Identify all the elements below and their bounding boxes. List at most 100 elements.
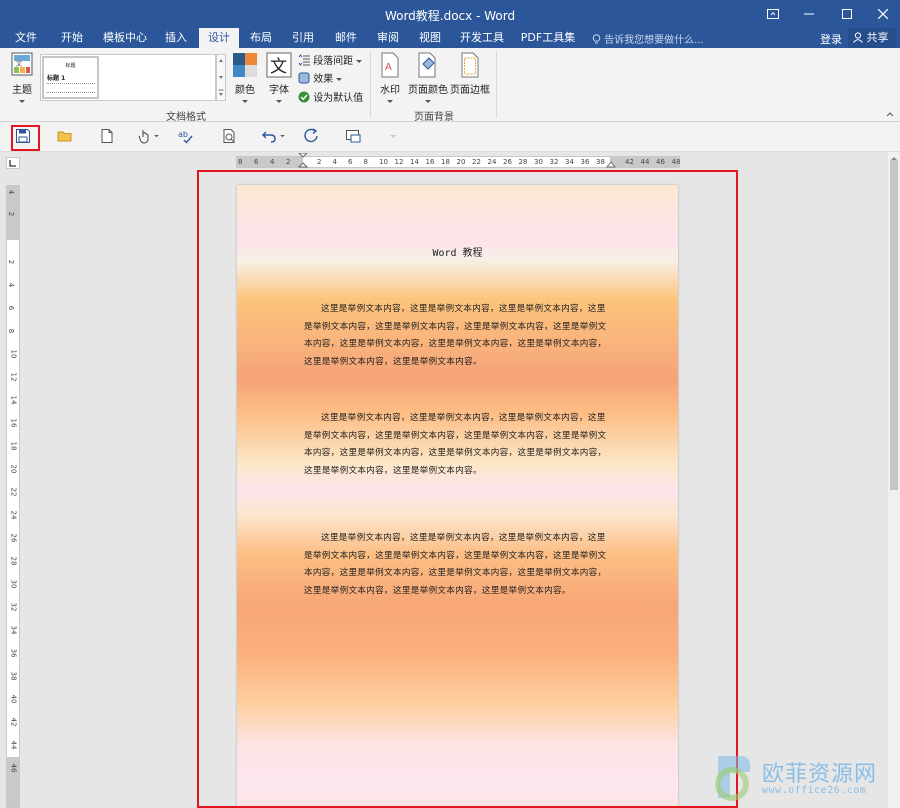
ruler-number: 2 — [7, 259, 16, 265]
chevron-down-icon — [425, 100, 431, 103]
chevron-down-icon[interactable] — [280, 135, 285, 138]
gallery-scroll[interactable] — [216, 54, 226, 101]
ruler-number: 42 — [625, 158, 634, 166]
save-button-highlight — [11, 125, 40, 151]
chevron-down-icon[interactable] — [154, 135, 159, 138]
quick-access-toolbar: ab — [0, 122, 900, 152]
fonts-button[interactable]: 文 字体 — [263, 52, 295, 107]
ruler-number: 6 — [348, 158, 353, 166]
site-watermark: 欧菲资源网 www.office26.com — [700, 748, 900, 808]
title-bar: Word教程.docx - Word — [0, 0, 900, 28]
ribbon-display-options-button[interactable] — [756, 0, 790, 28]
ruler-number: 26 — [9, 533, 18, 543]
effects-label: 效果 — [313, 74, 334, 85]
ruler-number: 36 — [580, 158, 590, 166]
print-preview-icon[interactable] — [221, 128, 237, 144]
minimize-button[interactable] — [792, 0, 826, 28]
ribbon-tab-bar: 文件 开始 模板中心 插入 设计 布局 引用 邮件 审阅 视图 开发工具 PDF… — [0, 28, 900, 48]
maximize-button[interactable] — [830, 0, 864, 28]
tab-layout[interactable]: 布局 — [243, 28, 279, 48]
redo-icon[interactable] — [303, 128, 319, 144]
tab-design[interactable]: 设计 — [199, 28, 239, 48]
ruler-number: 8 — [238, 158, 243, 166]
vertical-scrollbar[interactable] — [888, 152, 900, 808]
lightbulb-icon — [592, 34, 601, 44]
themes-button[interactable]: 文 主题 — [6, 52, 38, 107]
ruler-number: 34 — [565, 158, 574, 166]
ruler-number: 30 — [9, 579, 18, 589]
chevron-down-icon — [276, 100, 282, 103]
ruler-number: 38 — [9, 671, 18, 681]
ruler-number: 6 — [7, 305, 16, 311]
tell-me-placeholder: 告诉我您想要做什么... — [604, 35, 704, 46]
right-indent-marker-icon[interactable] — [606, 161, 616, 170]
svg-text:A: A — [385, 62, 392, 73]
style-set-thumbnail[interactable]: 标题 标题 1 — [42, 56, 99, 99]
check-circle-icon — [298, 91, 310, 103]
ruler-number: 34 — [9, 625, 18, 635]
tell-me-box[interactable]: 告诉我您想要做什么... — [592, 31, 704, 46]
tab-home[interactable]: 开始 — [54, 28, 90, 48]
ruler-number: 48 — [671, 158, 681, 166]
scrollbar-thumb[interactable] — [890, 160, 898, 490]
tab-pdf-tools[interactable]: PDF工具集 — [518, 28, 578, 48]
effects-button[interactable]: 效果 — [298, 70, 343, 85]
ruler-number: 36 — [9, 648, 18, 658]
page-color-button[interactable]: 页面颜色 — [407, 52, 449, 107]
theme-icon: 文 — [11, 52, 33, 76]
sign-in-link[interactable]: 登录 — [820, 31, 842, 47]
ruler-number: 42 — [9, 717, 18, 727]
indent-marker-icon[interactable] — [298, 153, 308, 169]
tab-view[interactable]: 视图 — [412, 28, 448, 48]
ruler-number: 44 — [640, 158, 650, 166]
paragraph-spacing-button[interactable]: 段落间距 — [298, 52, 363, 67]
close-button[interactable] — [866, 0, 900, 28]
set-as-default-button[interactable]: 设为默认值 — [298, 89, 363, 104]
ruler-number: 10 — [9, 349, 18, 359]
ruler-number: 20 — [456, 158, 466, 166]
undo-icon[interactable] — [261, 128, 277, 144]
ruler-number: 44 — [9, 740, 18, 750]
read-mode-icon[interactable] — [345, 128, 361, 144]
style-thumb-heading: 标题 1 — [47, 75, 66, 82]
colors-button[interactable]: 颜色 — [229, 52, 261, 107]
ruler-number: 24 — [9, 510, 18, 520]
tab-insert[interactable]: 插入 — [158, 28, 194, 48]
ruler-number: 4 — [270, 158, 275, 166]
tab-stop-selector[interactable] — [6, 157, 20, 169]
ruler-number: 18 — [441, 158, 450, 166]
left-tab-icon — [9, 160, 16, 167]
vertical-ruler[interactable]: 4 2 2 4 6 8 10 12 14 16 18 20 22 24 26 28 30 32 34 36 38 40 42… — [6, 185, 20, 808]
close-icon — [877, 8, 889, 20]
horizontal-ruler[interactable]: 8 6 4 2 2 4 6 8 10 12 14 16 18 20 22 24 26 28 30 32 34 36 38 42… — [236, 153, 681, 170]
set-as-default-label: 设为默认值 — [313, 93, 364, 104]
tab-file[interactable]: 文件 — [8, 28, 44, 48]
page-highlight-box — [197, 170, 738, 808]
touch-mode-icon[interactable] — [136, 128, 152, 144]
share-button[interactable]: 共享 — [848, 28, 896, 48]
customize-toolbar-icon[interactable] — [390, 135, 396, 139]
tab-developer[interactable]: 开发工具 — [456, 28, 508, 48]
person-icon — [853, 32, 863, 43]
ruler-number: 4 — [332, 158, 337, 166]
collapse-ribbon-icon[interactable] — [886, 111, 894, 117]
page-borders-button[interactable]: 页面边框 — [450, 52, 490, 96]
style-thumb-lines — [47, 83, 95, 93]
tab-mailings[interactable]: 邮件 — [328, 28, 364, 48]
tab-template-center[interactable]: 模板中心 — [100, 28, 150, 48]
watermark-button[interactable]: A 水印 — [377, 52, 403, 107]
themes-label: 主题 — [12, 85, 32, 96]
ruler-number: 10 — [379, 158, 388, 166]
paint-bucket-icon — [418, 52, 436, 78]
ruler-number: 30 — [534, 158, 543, 166]
new-document-icon[interactable] — [99, 128, 115, 144]
style-set-gallery: 标题 标题 1 — [40, 54, 216, 101]
ruler-number: 38 — [596, 158, 605, 166]
tab-references[interactable]: 引用 — [285, 28, 321, 48]
spelling-check-icon[interactable]: ab — [178, 128, 194, 144]
tab-review[interactable]: 审阅 — [370, 28, 406, 48]
ruler-number: 22 — [472, 158, 481, 166]
ruler-number: 2 — [286, 158, 291, 166]
chevron-down-icon — [19, 100, 25, 103]
open-folder-icon[interactable] — [57, 128, 73, 144]
